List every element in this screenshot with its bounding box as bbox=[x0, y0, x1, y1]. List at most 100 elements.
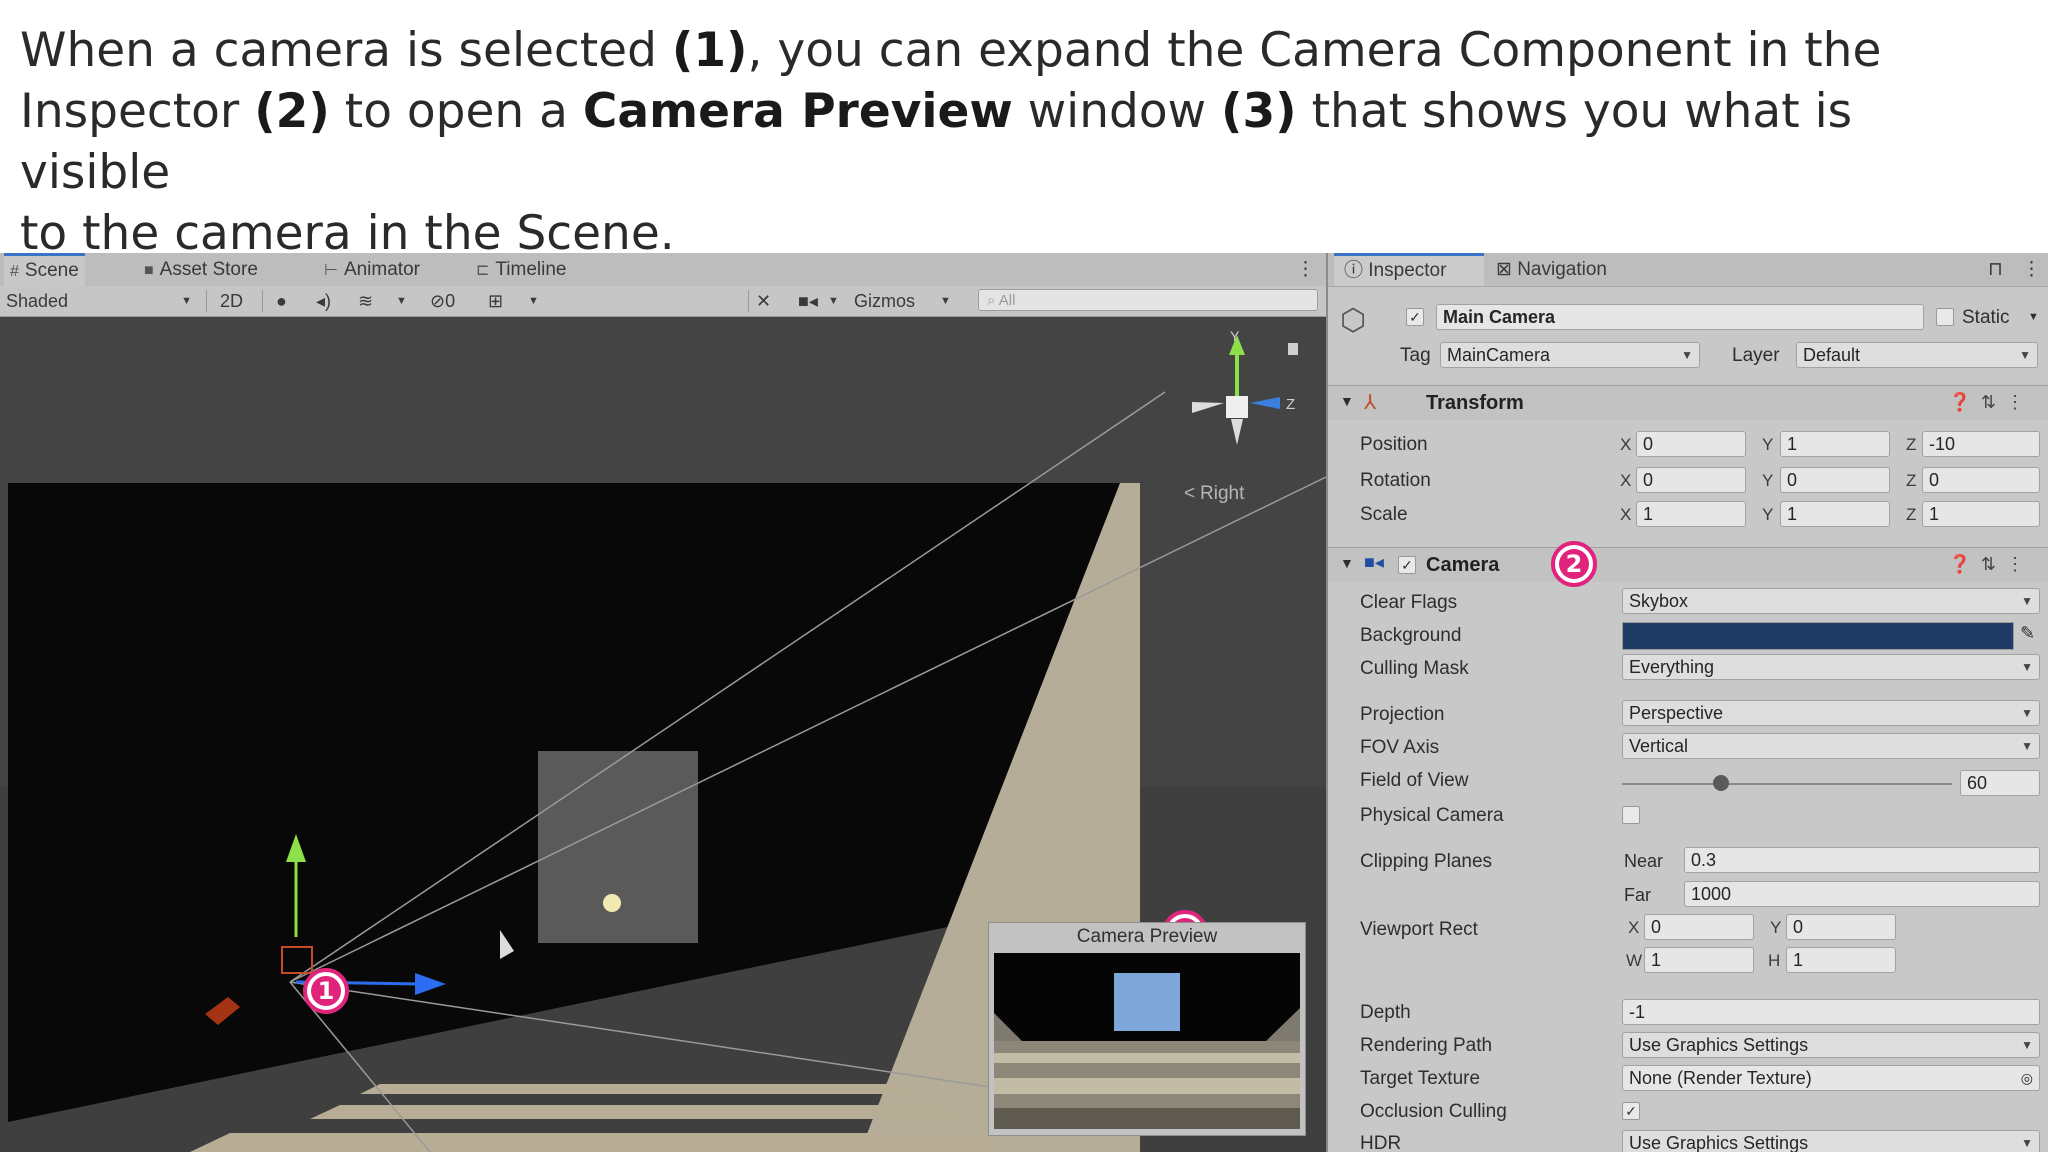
culling-mask-dropdown[interactable]: Everything ▼ bbox=[1622, 654, 2040, 680]
viewport-w-field[interactable]: 1 bbox=[1644, 947, 1754, 973]
effects-dropdown-icon[interactable]: ▼ bbox=[396, 289, 407, 313]
foldout-arrow-icon[interactable]: ▼ bbox=[1340, 555, 1354, 571]
x-axis-label: X bbox=[1620, 505, 1632, 524]
kebab-menu-icon: ⋮ bbox=[2006, 554, 2034, 574]
inspector-panel: ⓘ Inspector ⊠ Navigation ⊓ ⋮ ⬡ ✓ Main Ca… bbox=[1326, 253, 2048, 1152]
fov-field[interactable]: 60 bbox=[1960, 770, 2040, 796]
rotation-x-field[interactable]: 0 bbox=[1636, 467, 1746, 493]
camera-header[interactable]: ▼ ■◂ ✓ Camera ❓⇅⋮ bbox=[1328, 547, 2048, 582]
component-header-icons[interactable]: ❓⇅⋮ bbox=[1948, 554, 2034, 575]
fov-axis-dropdown[interactable]: Vertical ▼ bbox=[1622, 733, 2040, 759]
viewport-y-field[interactable]: 0 bbox=[1786, 914, 1896, 940]
clear-flags-dropdown[interactable]: Skybox ▼ bbox=[1622, 588, 2040, 614]
info-icon: ⓘ bbox=[1344, 260, 1369, 281]
position-z-field[interactable]: -10 bbox=[1922, 431, 2040, 457]
depth-field[interactable]: -1 bbox=[1622, 999, 2040, 1025]
far-clip-field[interactable]: 1000 bbox=[1684, 881, 2040, 907]
static-dropdown-icon[interactable]: ▼ bbox=[2028, 311, 2039, 323]
light-icon bbox=[603, 894, 621, 912]
gizmos-dropdown-icon[interactable]: ▼ bbox=[940, 289, 951, 313]
caption-line-2: Inspector (2) to open a Camera Preview w… bbox=[20, 84, 1853, 200]
target-texture-field[interactable]: None (Render Texture) ◎ bbox=[1622, 1065, 2040, 1091]
shading-dropdown[interactable]: Shaded ▼ bbox=[6, 289, 196, 313]
tag-dropdown[interactable]: MainCamera ▼ bbox=[1440, 342, 1700, 368]
2d-toggle[interactable]: 2D bbox=[220, 289, 243, 313]
kebab-menu-icon[interactable]: ⋮ bbox=[1290, 253, 1321, 286]
lock-icon bbox=[1288, 343, 1298, 355]
object-picker-icon[interactable]: ◎ bbox=[2021, 1066, 2033, 1090]
fov-label: Field of View bbox=[1360, 770, 1469, 791]
lighting-icon[interactable]: ● bbox=[276, 289, 287, 313]
gizmos-button[interactable]: Gizmos bbox=[854, 289, 915, 313]
tools-icon[interactable]: ✕ bbox=[756, 289, 771, 313]
static-label: Static bbox=[1962, 307, 2010, 328]
lock-icon[interactable]: ⊓ bbox=[1988, 253, 2003, 286]
camera-title: Camera bbox=[1426, 554, 1500, 576]
component-header-icons[interactable]: ❓⇅⋮ bbox=[1948, 392, 2034, 413]
camera-enabled-checkbox[interactable]: ✓ bbox=[1398, 556, 1416, 574]
viewport-h-field[interactable]: 1 bbox=[1786, 947, 1896, 973]
kebab-menu-icon: ⋮ bbox=[2006, 392, 2034, 412]
scale-label: Scale bbox=[1360, 504, 1408, 525]
chevron-down-icon: ▼ bbox=[2021, 739, 2033, 753]
rendering-path-label: Rendering Path bbox=[1360, 1035, 1493, 1056]
position-y-field[interactable]: 1 bbox=[1780, 431, 1890, 457]
gameobject-cube-icon: ⬡ bbox=[1340, 304, 1367, 337]
scale-z-field[interactable]: 1 bbox=[1922, 501, 2040, 527]
scene-viewport[interactable]: Z Y Right < 1 3 Camera Preview bbox=[0, 317, 1326, 1152]
tab-scene[interactable]: # Scene bbox=[4, 253, 85, 286]
background-color-swatch[interactable] bbox=[1622, 622, 2014, 650]
occlusion-culling-checkbox[interactable]: ✓ bbox=[1622, 1102, 1640, 1120]
grid-dropdown-icon[interactable]: ▼ bbox=[528, 289, 539, 313]
tab-animator[interactable]: ⊢ Animator bbox=[318, 253, 426, 286]
effects-icon[interactable]: ≋ bbox=[358, 289, 373, 313]
z-axis-label: Z bbox=[1906, 471, 1917, 490]
camera-settings-icon[interactable]: ■◂ bbox=[798, 289, 818, 313]
rotation-z-field[interactable]: 0 bbox=[1922, 467, 2040, 493]
near-clip-field[interactable]: 0.3 bbox=[1684, 847, 2040, 873]
scene-search-input[interactable]: ⌕ All bbox=[978, 289, 1318, 311]
animator-icon: ⊢ bbox=[324, 262, 338, 279]
orientation-label: Right bbox=[1200, 483, 1245, 504]
static-checkbox[interactable] bbox=[1936, 308, 1954, 326]
kebab-menu-icon[interactable]: ⋮ bbox=[2022, 253, 2041, 286]
hdr-label: HDR bbox=[1360, 1133, 1402, 1152]
layer-dropdown[interactable]: Default ▼ bbox=[1796, 342, 2038, 368]
chevron-down-icon: ▼ bbox=[2021, 660, 2033, 674]
tab-navigation[interactable]: ⊠ Navigation bbox=[1496, 253, 1607, 286]
scale-x-field[interactable]: 1 bbox=[1636, 501, 1746, 527]
rotation-y-field[interactable]: 0 bbox=[1780, 467, 1890, 493]
fov-slider-thumb[interactable] bbox=[1713, 775, 1729, 791]
tab-asset-store[interactable]: ■ Asset Store bbox=[138, 253, 264, 286]
eyedropper-icon[interactable]: ✎ bbox=[2020, 623, 2035, 644]
gray-quad bbox=[538, 751, 698, 943]
hidden-objects-toggle[interactable]: ⊘0 bbox=[430, 289, 455, 313]
fov-slider-track[interactable] bbox=[1622, 783, 1952, 785]
background-label: Background bbox=[1360, 625, 1462, 646]
audio-icon[interactable]: ◂) bbox=[316, 289, 331, 313]
hdr-dropdown[interactable]: Use Graphics Settings ▼ bbox=[1622, 1130, 2040, 1152]
viewport-x-field[interactable]: 0 bbox=[1644, 914, 1754, 940]
y-axis-label: Y bbox=[1762, 471, 1774, 490]
h-label: H bbox=[1768, 951, 1781, 970]
camera-preview-window[interactable]: Camera Preview bbox=[988, 922, 1306, 1136]
tab-timeline[interactable]: ⊏ Timeline bbox=[470, 253, 573, 286]
grid-snap-icon[interactable]: ⊞ bbox=[488, 289, 503, 313]
help-icon: ❓ bbox=[1948, 392, 1981, 412]
transform-header[interactable]: ▼ ⅄ Transform ❓⇅⋮ bbox=[1328, 385, 2048, 420]
projection-label: Projection bbox=[1360, 704, 1445, 725]
object-name-field[interactable]: Main Camera bbox=[1436, 304, 1924, 330]
camera-dropdown-icon[interactable]: ▼ bbox=[828, 289, 839, 313]
projection-dropdown[interactable]: Perspective ▼ bbox=[1622, 700, 2040, 726]
foldout-arrow-icon[interactable]: ▼ bbox=[1340, 393, 1354, 409]
tab-inspector[interactable]: ⓘ Inspector bbox=[1334, 253, 1484, 286]
camera-icon: ■◂ bbox=[1364, 552, 1384, 572]
active-checkbox[interactable]: ✓ bbox=[1406, 308, 1424, 326]
scale-y-field[interactable]: 1 bbox=[1780, 501, 1890, 527]
gizmo-y-label: Y bbox=[1230, 328, 1240, 344]
rotation-label: Rotation bbox=[1360, 470, 1431, 491]
physical-camera-checkbox[interactable] bbox=[1622, 806, 1640, 824]
help-icon: ❓ bbox=[1948, 554, 1981, 574]
position-x-field[interactable]: 0 bbox=[1636, 431, 1746, 457]
rendering-path-dropdown[interactable]: Use Graphics Settings ▼ bbox=[1622, 1032, 2040, 1058]
